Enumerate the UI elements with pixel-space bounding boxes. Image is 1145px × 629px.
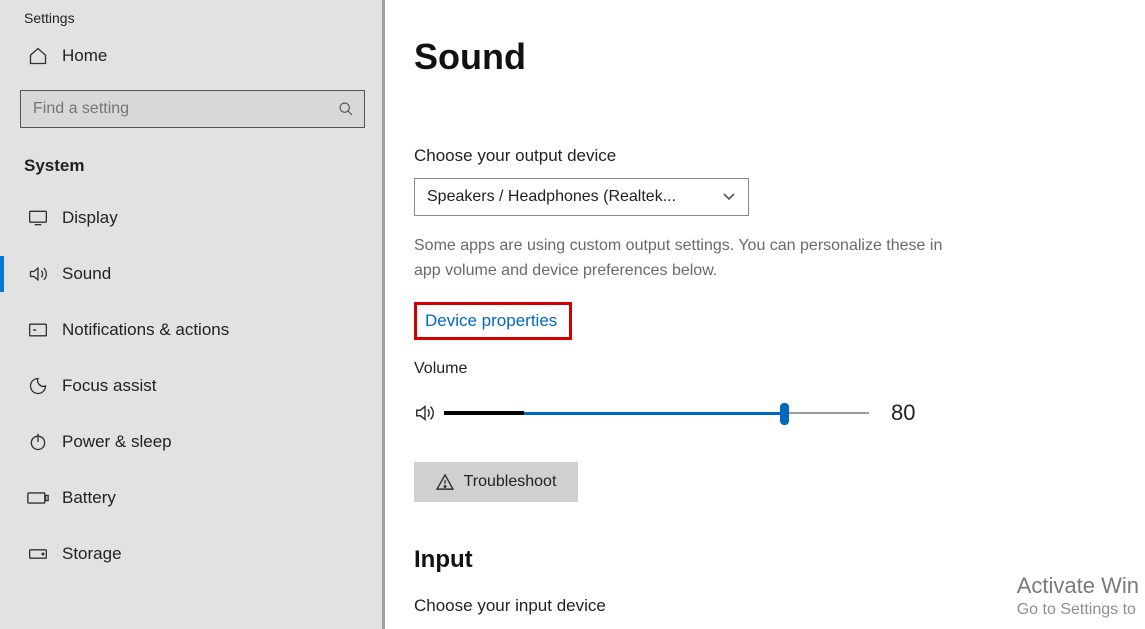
watermark-title: Activate Win xyxy=(1017,572,1139,601)
output-hint-text: Some apps are using custom output settin… xyxy=(414,234,954,284)
home-button[interactable]: Home xyxy=(0,26,382,82)
sound-icon xyxy=(24,265,52,283)
sidebar-item-sound[interactable]: Sound xyxy=(0,246,382,302)
volume-slider[interactable] xyxy=(444,401,869,425)
sidebar-item-display[interactable]: Display xyxy=(0,190,382,246)
app-title: Settings xyxy=(0,0,382,26)
main-content: Sound Choose your output device Speakers… xyxy=(388,0,1145,629)
focus-assist-icon xyxy=(24,376,52,396)
output-device-dropdown[interactable]: Speakers / Headphones (Realtek... xyxy=(414,178,749,216)
device-properties-highlight: Device properties xyxy=(414,302,572,340)
sidebar-item-notifications[interactable]: Notifications & actions xyxy=(0,302,382,358)
battery-icon xyxy=(24,491,52,505)
speaker-icon xyxy=(414,403,436,423)
sidebar-item-label: Storage xyxy=(62,544,122,564)
watermark-subtitle: Go to Settings to xyxy=(1017,600,1139,621)
troubleshoot-label: Troubleshoot xyxy=(464,473,557,491)
sidebar-item-battery[interactable]: Battery xyxy=(0,470,382,526)
category-label: System xyxy=(0,128,382,190)
chevron-down-icon xyxy=(722,192,736,202)
slider-accent xyxy=(444,411,524,415)
sidebar-item-label: Battery xyxy=(62,488,116,508)
volume-label: Volume xyxy=(414,360,1145,378)
display-icon xyxy=(24,209,52,227)
output-device-label: Choose your output device xyxy=(414,146,1145,166)
dropdown-value: Speakers / Headphones (Realtek... xyxy=(427,188,676,206)
search-input-wrapper[interactable] xyxy=(20,90,365,128)
sidebar: Settings Home System Display xyxy=(0,0,385,629)
sidebar-item-storage[interactable]: Storage xyxy=(0,526,382,582)
home-icon xyxy=(24,46,52,66)
search-icon xyxy=(328,101,364,117)
sidebar-item-focus-assist[interactable]: Focus assist xyxy=(0,358,382,414)
home-label: Home xyxy=(62,46,107,66)
sidebar-item-label: Display xyxy=(62,208,118,228)
storage-icon xyxy=(24,546,52,562)
slider-thumb[interactable] xyxy=(780,403,789,425)
sidebar-item-label: Sound xyxy=(62,264,111,284)
device-properties-link[interactable]: Device properties xyxy=(425,311,557,330)
notifications-icon xyxy=(24,321,52,339)
troubleshoot-button[interactable]: Troubleshoot xyxy=(414,462,578,502)
page-title: Sound xyxy=(414,36,1145,78)
volume-row: 80 xyxy=(414,400,1145,426)
search-input[interactable] xyxy=(21,100,328,118)
sidebar-item-label: Focus assist xyxy=(62,376,156,396)
activation-watermark: Activate Win Go to Settings to xyxy=(1017,572,1139,621)
sidebar-item-label: Power & sleep xyxy=(62,432,172,452)
input-heading: Input xyxy=(414,546,1145,574)
volume-value: 80 xyxy=(891,400,915,426)
power-icon xyxy=(24,432,52,452)
sidebar-item-power-sleep[interactable]: Power & sleep xyxy=(0,414,382,470)
warning-icon xyxy=(436,474,454,490)
sidebar-item-label: Notifications & actions xyxy=(62,320,229,340)
